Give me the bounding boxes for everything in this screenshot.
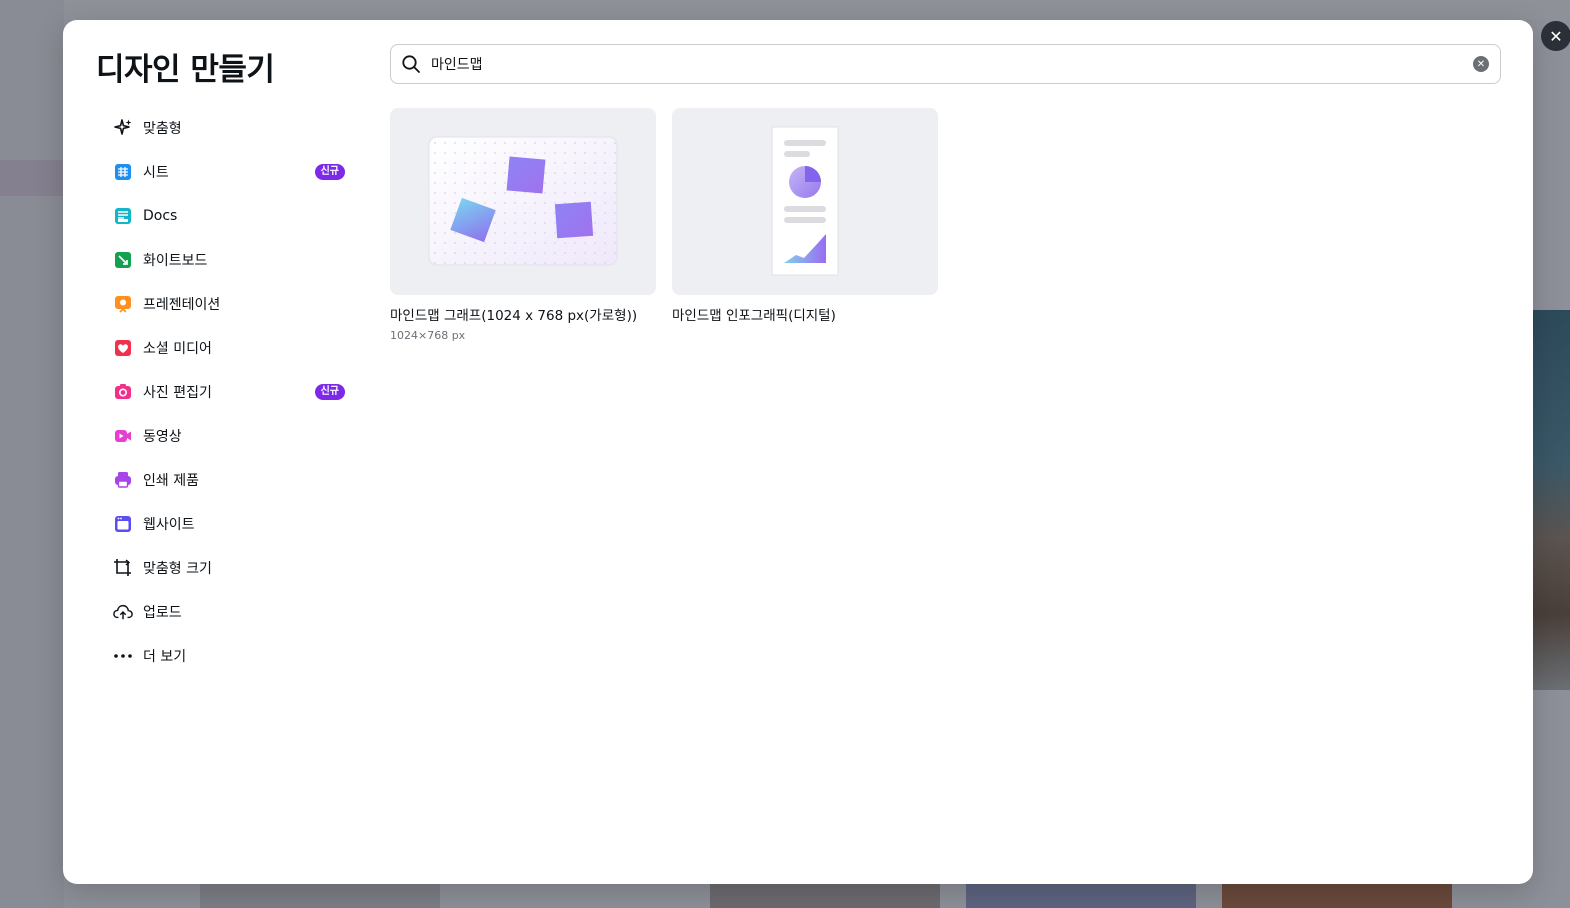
background-image-strip xyxy=(1533,310,1570,690)
video-icon xyxy=(113,426,133,446)
sidebar-item-upload[interactable]: 업로드 xyxy=(103,590,355,634)
printer-icon xyxy=(113,470,133,490)
sidebar-item-label: 맞춤형 크기 xyxy=(143,561,212,577)
sidebar-item-docs[interactable]: Docs xyxy=(103,194,355,238)
sidebar-item-label: 화이트보드 xyxy=(143,253,208,269)
cloud-upload-icon xyxy=(113,602,133,622)
sidebar-item-sheets[interactable]: 시트 신규 xyxy=(103,150,355,194)
website-icon xyxy=(113,514,133,534)
background-topbar xyxy=(0,0,1570,20)
close-icon: ✕ xyxy=(1549,26,1563,46)
sidebar-item-print[interactable]: 인쇄 제품 xyxy=(103,458,355,502)
background-sidebar xyxy=(0,0,64,908)
result-title: 마인드맵 인포그래픽(디지털) xyxy=(672,308,836,324)
custom-size-icon xyxy=(113,558,133,578)
sidebar-item-website[interactable]: 웹사이트 xyxy=(103,502,355,546)
sidebar-item-label: Docs xyxy=(143,208,178,224)
category-sidebar: 맞춤형 시트 신규 Docs 화이트보드 프레젠테이션 소셜 미디어 사진 편집… xyxy=(103,106,355,678)
sidebar-item-custom[interactable]: 맞춤형 xyxy=(103,106,355,150)
sidebar-item-label: 시트 xyxy=(143,165,169,181)
new-badge: 신규 xyxy=(314,164,345,180)
presentation-icon xyxy=(113,294,133,314)
sidebar-item-whiteboard[interactable]: 화이트보드 xyxy=(103,238,355,282)
modal-title: 디자인 만들기 xyxy=(96,52,275,88)
search-bar: ✕ xyxy=(390,44,1501,84)
heart-icon xyxy=(113,338,133,358)
clear-icon[interactable]: ✕ xyxy=(1473,56,1489,72)
sidebar-item-photo-editor[interactable]: 사진 편집기 신규 xyxy=(103,370,355,414)
camera-icon xyxy=(113,382,133,402)
mindmap-infographic-thumbnail xyxy=(672,108,938,295)
sidebar-item-label: 업로드 xyxy=(143,605,182,621)
sparkle-icon xyxy=(113,118,133,138)
sidebar-item-label: 더 보기 xyxy=(143,649,187,665)
sidebar-item-label: 인쇄 제품 xyxy=(143,473,199,489)
sidebar-item-video[interactable]: 동영상 xyxy=(103,414,355,458)
mindmap-graph-thumbnail xyxy=(390,108,656,295)
sidebar-item-label: 맞춤형 xyxy=(143,121,182,137)
result-subtitle: 1024×768 px xyxy=(390,329,466,342)
create-design-modal: 디자인 만들기 맞춤형 시트 신규 Docs 화이트보드 프레젠테이션 소셜 미… xyxy=(63,20,1533,884)
search-icon xyxy=(401,54,421,74)
search-input[interactable] xyxy=(431,49,1473,79)
sidebar-item-label: 프레젠테이션 xyxy=(143,297,221,313)
result-title: 마인드맵 그래프(1024 x 768 px(가로형)) xyxy=(390,308,638,324)
sheets-icon xyxy=(113,162,133,182)
close-button[interactable]: ✕ xyxy=(1541,21,1570,51)
new-badge: 신규 xyxy=(314,384,345,400)
sidebar-item-label: 소셜 미디어 xyxy=(143,341,212,357)
sidebar-item-presentation[interactable]: 프레젠테이션 xyxy=(103,282,355,326)
docs-icon xyxy=(113,206,133,226)
background-thumbnails xyxy=(190,884,1490,908)
sidebar-item-custom-size[interactable]: 맞춤형 크기 xyxy=(103,546,355,590)
sidebar-item-more[interactable]: 더 보기 xyxy=(103,634,355,678)
sidebar-item-label: 사진 편집기 xyxy=(143,385,212,401)
result-card[interactable]: 마인드맵 그래프(1024 x 768 px(가로형)) 1024×768 px xyxy=(390,108,656,342)
more-icon xyxy=(113,646,133,666)
sidebar-item-label: 웹사이트 xyxy=(143,517,195,533)
sidebar-item-label: 동영상 xyxy=(143,429,182,445)
result-card[interactable]: 마인드맵 인포그래픽(디지털) xyxy=(672,108,938,324)
sidebar-item-social-media[interactable]: 소셜 미디어 xyxy=(103,326,355,370)
whiteboard-icon xyxy=(113,250,133,270)
